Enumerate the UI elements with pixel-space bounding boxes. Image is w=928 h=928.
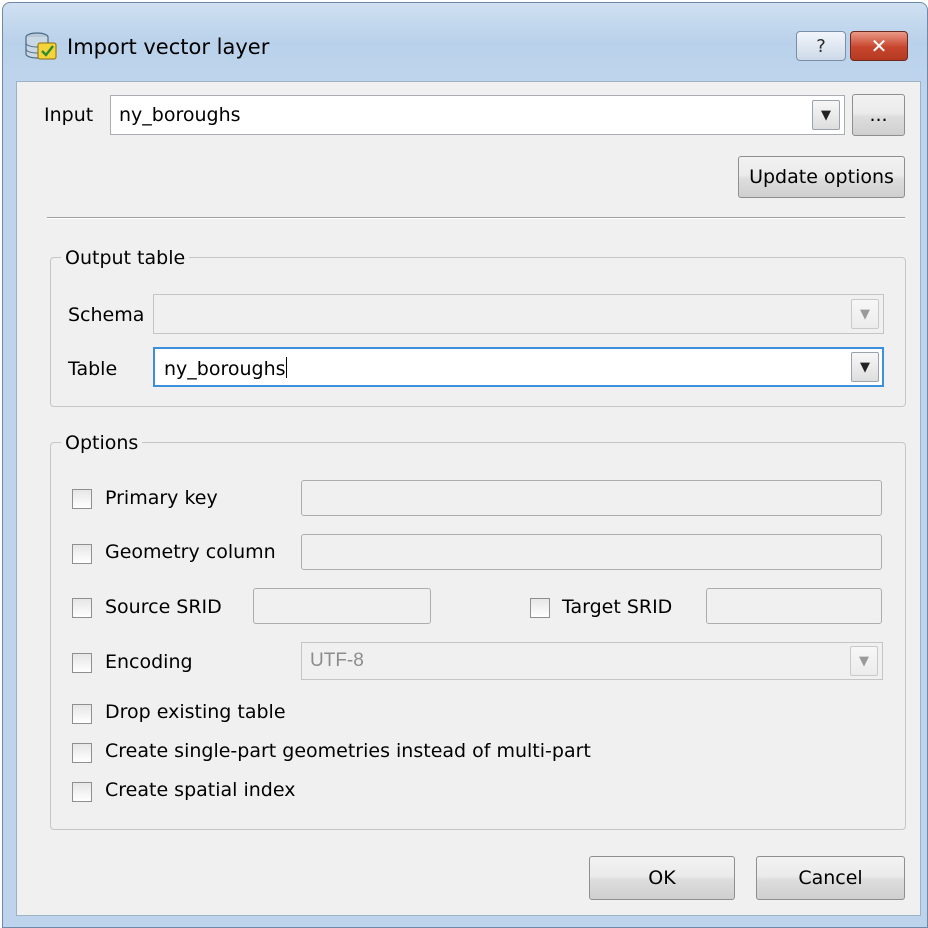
input-value: ny_boroughs bbox=[119, 104, 241, 126]
spatial-index-checkbox[interactable] bbox=[72, 782, 92, 802]
chevron-down-icon[interactable]: ▼ bbox=[850, 646, 878, 676]
dialog-body: Input ny_boroughs ▼ ... Update options O… bbox=[16, 81, 921, 916]
database-import-icon bbox=[23, 31, 61, 61]
schema-label: Schema bbox=[68, 304, 145, 326]
source-srid-field[interactable] bbox=[253, 588, 431, 624]
input-combo[interactable]: ny_boroughs ▼ bbox=[110, 95, 845, 135]
target-srid-field[interactable] bbox=[706, 588, 882, 624]
update-options-button[interactable]: Update options bbox=[738, 156, 905, 198]
text-cursor bbox=[285, 357, 287, 378]
target-srid-checkbox[interactable] bbox=[530, 598, 550, 618]
table-value: ny_boroughs bbox=[164, 358, 286, 380]
browse-button[interactable]: ... bbox=[852, 94, 905, 136]
window-title: Import vector layer bbox=[67, 35, 270, 59]
geometry-column-field[interactable] bbox=[301, 534, 882, 570]
drop-existing-table-label[interactable]: Drop existing table bbox=[105, 701, 286, 723]
source-srid-label[interactable]: Source SRID bbox=[105, 596, 222, 618]
encoding-combo[interactable]: UTF-8 ▼ bbox=[301, 642, 883, 680]
cancel-button[interactable]: Cancel bbox=[756, 856, 905, 900]
single-part-checkbox[interactable] bbox=[72, 743, 92, 763]
close-button[interactable]: ✕ bbox=[850, 31, 908, 61]
encoding-value: UTF-8 bbox=[310, 650, 364, 671]
import-vector-layer-dialog: Import vector layer ? ✕ Input ny_borough… bbox=[2, 2, 928, 928]
title-bar[interactable]: Import vector layer ? ✕ bbox=[3, 3, 927, 73]
geometry-column-checkbox[interactable] bbox=[72, 544, 92, 564]
chevron-down-icon[interactable]: ▼ bbox=[851, 352, 879, 382]
primary-key-label[interactable]: Primary key bbox=[105, 487, 218, 509]
spatial-index-label[interactable]: Create spatial index bbox=[105, 779, 295, 801]
table-label: Table bbox=[68, 358, 118, 380]
primary-key-checkbox[interactable] bbox=[72, 489, 92, 509]
separator bbox=[47, 217, 905, 219]
output-table-group-title: Output table bbox=[61, 247, 190, 269]
table-combo[interactable]: ny_boroughs ▼ bbox=[153, 347, 884, 387]
ok-button[interactable]: OK bbox=[589, 856, 735, 900]
target-srid-label[interactable]: Target SRID bbox=[562, 596, 672, 618]
help-button[interactable]: ? bbox=[796, 31, 846, 61]
input-label: Input bbox=[44, 104, 94, 126]
chevron-down-icon[interactable]: ▼ bbox=[812, 100, 840, 130]
geometry-column-label[interactable]: Geometry column bbox=[105, 541, 276, 563]
schema-combo[interactable]: ▼ bbox=[153, 294, 884, 334]
encoding-label[interactable]: Encoding bbox=[105, 651, 193, 673]
drop-existing-table-checkbox[interactable] bbox=[72, 704, 92, 724]
encoding-checkbox[interactable] bbox=[72, 653, 92, 673]
single-part-label[interactable]: Create single-part geometries instead of… bbox=[105, 740, 591, 762]
options-group-title: Options bbox=[61, 432, 143, 454]
table-value-wrap: ny_boroughs bbox=[164, 357, 287, 380]
chevron-down-icon[interactable]: ▼ bbox=[851, 299, 879, 329]
source-srid-checkbox[interactable] bbox=[72, 598, 92, 618]
primary-key-field[interactable] bbox=[301, 480, 882, 516]
